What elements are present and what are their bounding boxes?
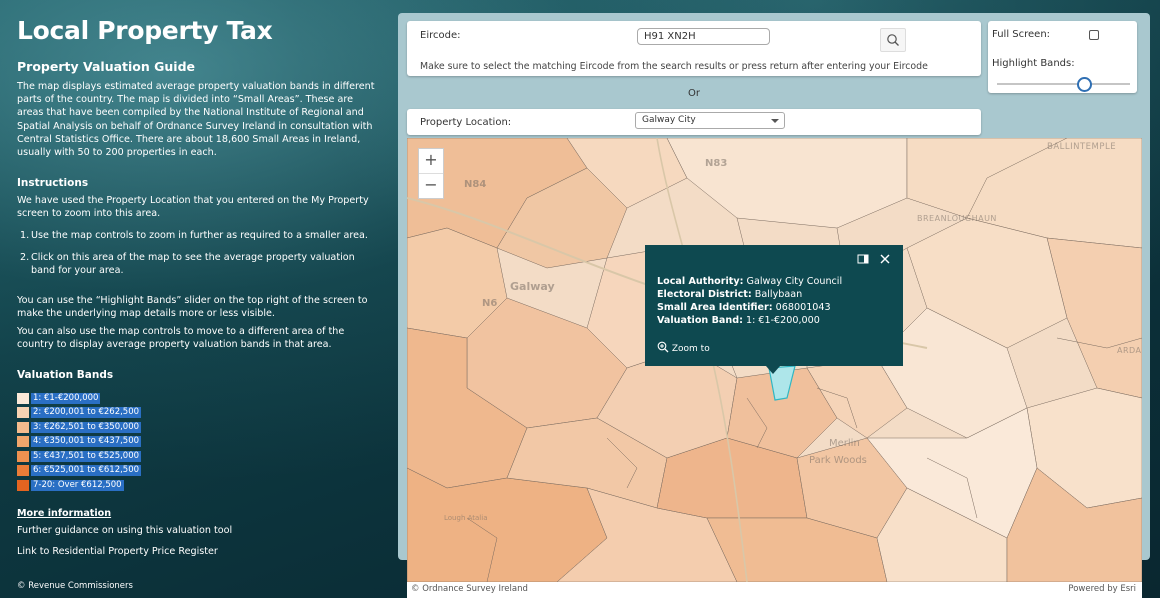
map-label: BALLINTEMPLE	[1047, 142, 1117, 152]
instructions-heading: Instructions	[17, 177, 89, 189]
legend-item: 7-20: Over €612,500	[17, 478, 141, 493]
popup-authority: Local Authority: Galway City Council	[657, 276, 843, 287]
map-label: ARDA	[1117, 346, 1142, 355]
map-label: N83	[705, 158, 728, 169]
legend-item: 4: €350,001 to €437,500	[17, 435, 142, 450]
legend-swatch	[17, 407, 29, 419]
map-label: N6	[482, 298, 498, 309]
eircode-hint: Make sure to select the matching Eircode…	[420, 61, 928, 72]
legend-swatch	[17, 421, 29, 433]
zoom-in-icon	[657, 341, 669, 353]
popup-pointer	[766, 366, 780, 374]
map-label: N84	[464, 179, 487, 190]
legend-swatch	[17, 450, 29, 462]
page-title: Local Property Tax	[17, 16, 273, 45]
intro-text: The map displays estimated average prope…	[17, 81, 375, 159]
map-label: Galway	[510, 280, 555, 293]
map-label: Merlin	[829, 438, 860, 449]
map-label: BREANLOUGHAUN	[917, 214, 997, 223]
map-label: Park Woods	[809, 455, 867, 466]
page-subtitle: Property Valuation Guide	[17, 59, 195, 74]
search-button[interactable]	[880, 28, 906, 52]
legend-item: 2: €200,001 to €262,500	[17, 406, 142, 421]
legend-item: 3: €262,501 to €350,000	[17, 420, 142, 435]
legend-swatch	[17, 392, 29, 404]
eircode-card: Eircode: H91 XN2H Make sure to select th…	[407, 21, 981, 76]
more-information-link[interactable]: More information	[17, 507, 377, 520]
location-card: Property Location: Galway City	[407, 109, 981, 135]
highlight-label: Highlight Bands:	[992, 58, 1075, 69]
zoom-to-button[interactable]: Zoom to	[657, 341, 710, 354]
close-icon[interactable]	[879, 253, 891, 269]
search-icon	[887, 34, 899, 46]
copyright: © Revenue Commissioners	[17, 581, 133, 591]
eircode-input[interactable]: H91 XN2H	[637, 28, 770, 45]
location-label: Property Location:	[420, 117, 512, 128]
legend-swatch	[17, 479, 29, 491]
legend-item: 5: €437,501 to €525,000	[17, 449, 142, 464]
price-register-link[interactable]: Link to Residential Property Price Regis…	[17, 545, 377, 558]
legend-swatch	[17, 465, 29, 477]
popup-band: Valuation Band: 1: €1-€200,000	[657, 315, 820, 326]
highlight-slider-thumb[interactable]	[1077, 77, 1093, 92]
zoom-out-button[interactable]: −	[419, 173, 443, 198]
controls-note: You can also use the map controls to mov…	[17, 326, 345, 351]
legend-item: 6: €525,001 to €612,500	[17, 464, 142, 479]
fullscreen-label: Full Screen:	[992, 29, 1051, 40]
map-attribution: © Ordnance Survey Ireland	[411, 584, 528, 594]
zoom-in-button[interactable]: +	[419, 149, 443, 173]
instructions-intro: We have used the Property Location that …	[17, 195, 369, 220]
guidance-link[interactable]: Further guidance on using this valuation…	[17, 524, 377, 537]
location-select[interactable]: Galway City	[635, 112, 785, 129]
powered-by: Powered by Esri	[1068, 584, 1136, 594]
highlight-note: You can use the “Highlight Bands” slider…	[17, 295, 368, 320]
options-card: Full Screen: Highlight Bands:	[988, 21, 1137, 93]
dock-icon[interactable]	[857, 253, 869, 269]
popup-area-id: Small Area Identifier: 068001043	[657, 302, 831, 313]
instructions-list: 1. Use the map controls to zoom in furthe…	[17, 229, 377, 278]
chevron-down-icon	[771, 119, 779, 123]
zoom-control: + −	[418, 148, 444, 199]
highlight-slider[interactable]	[997, 83, 1130, 85]
or-separator: Or	[688, 88, 700, 99]
map-label: Lough Atalia	[444, 514, 488, 522]
legend-swatch	[17, 436, 29, 448]
sidebar: Local Property Tax Property Valuation Gu…	[0, 0, 392, 598]
valuation-legend: 1: €1-€200,000 2: €200,001 to €262,500 3…	[17, 391, 142, 493]
info-popup: Local Authority: Galway City Council Ele…	[645, 245, 903, 366]
map-attribution-bar: © Ordnance Survey Ireland Powered by Esr…	[407, 582, 1142, 598]
list-item: 1. Use the map controls to zoom in furthe…	[20, 230, 368, 241]
eircode-label: Eircode:	[420, 30, 461, 41]
fullscreen-checkbox[interactable]	[1089, 30, 1099, 40]
legend-item: 1: €1-€200,000	[17, 391, 141, 406]
popup-district: Electoral District: Ballybaan	[657, 289, 803, 300]
list-item: 2. Click on this area of the map to see t…	[20, 252, 355, 277]
bands-heading: Valuation Bands	[17, 369, 114, 381]
